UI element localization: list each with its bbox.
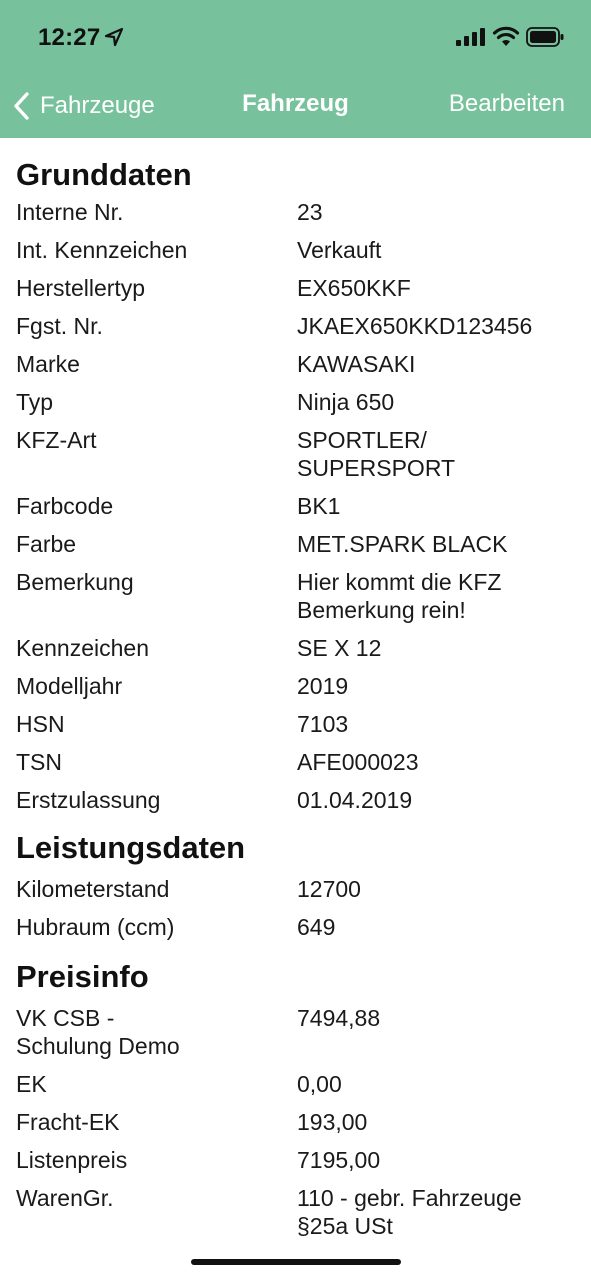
wifi-icon xyxy=(492,26,520,46)
detail-row: Marke KAWASAKI xyxy=(0,345,591,383)
detail-row: Hubraum (ccm) 649 xyxy=(0,908,591,946)
edit-button[interactable]: Bearbeiten xyxy=(449,90,565,118)
detail-value: SPORTLER/SUPERSPORT xyxy=(297,427,456,481)
detail-label: Farbcode xyxy=(16,493,114,519)
leistungsdaten-rows: Kilometerstand 12700 Hubraum (ccm) 649 xyxy=(0,870,591,946)
battery-icon xyxy=(526,27,564,47)
detail-row: Farbcode BK1 xyxy=(0,487,591,525)
section-title-grunddaten: Grunddaten xyxy=(16,157,192,192)
detail-row: Erstzulassung 01.04.2019 xyxy=(0,781,591,819)
detail-value: 193,00 xyxy=(297,1109,368,1135)
navigation-bar: Fahrzeuge Fahrzeug Bearbeiten xyxy=(0,76,591,138)
detail-label: Typ xyxy=(16,389,54,415)
detail-row: Kilometerstand 12700 xyxy=(0,870,591,908)
section-title-preisinfo: Preisinfo xyxy=(16,959,149,994)
detail-value: 01.04.2019 xyxy=(297,787,413,813)
detail-row: TSN AFE000023 xyxy=(0,743,591,781)
section-leistungsdaten: Leistungsdaten Kilometerstand 12700 Hubrau… xyxy=(0,819,591,946)
detail-value: Ninja 650 xyxy=(297,389,395,415)
detail-row: Int. Kennzeichen Verkauft xyxy=(0,231,591,269)
header: 12:27 Fahrzeuge Fahrzeug Bearbeiten xyxy=(0,0,591,138)
detail-value: SE X 12 xyxy=(297,635,382,661)
section-preisinfo: Preisinfo VK CSB - Schulung Demo 7494,88 EK… xyxy=(0,946,591,1245)
detail-value: 2019 xyxy=(297,673,349,699)
detail-row: Kennzeichen SE X 12 xyxy=(0,629,591,667)
vehicle-details-scroll-view[interactable]: Grunddaten Interne Nr. 23 Int. Kennzeichen… xyxy=(0,138,591,1280)
detail-row: Listenpreis 7195,00 xyxy=(0,1141,591,1179)
detail-label: Farbe xyxy=(16,531,77,557)
detail-row: Fracht-EK 193,00 xyxy=(0,1103,591,1141)
detail-row: VK CSB - Schulung Demo 7494,88 xyxy=(0,999,591,1065)
detail-value: BK1 xyxy=(297,493,341,519)
detail-label: Kilometerstand xyxy=(16,876,170,902)
detail-row: Bemerkung Hier kommt die KFZ Bemerkung rei… xyxy=(0,563,591,629)
grunddaten-rows: Interne Nr. 23 Int. Kennzeichen Verkauft Her… xyxy=(0,193,591,819)
detail-label: Int. Kennzeichen xyxy=(16,237,188,263)
detail-row: Herstellertyp EX650KKF xyxy=(0,269,591,307)
detail-label: TSN xyxy=(16,749,62,775)
detail-value: 7494,88 xyxy=(297,1005,381,1031)
detail-label: Erstzulassung xyxy=(16,787,161,813)
detail-value: 649 xyxy=(297,914,336,940)
detail-label: KFZ-Art xyxy=(16,427,97,453)
preisinfo-rows: VK CSB - Schulung Demo 7494,88 EK 0,00 Fracht… xyxy=(0,999,591,1245)
detail-value: MET.SPARK BLACK xyxy=(297,531,508,557)
detail-value: 7195,00 xyxy=(297,1147,381,1173)
detail-label: Fgst. Nr. xyxy=(16,313,103,339)
detail-label: Kennzeichen xyxy=(16,635,149,661)
detail-row: KFZ-Art SPORTLER/SUPERSPORT xyxy=(0,421,591,487)
back-button[interactable]: Fahrzeuge xyxy=(12,89,155,123)
detail-label: Listenpreis xyxy=(16,1147,128,1173)
detail-row: WarenGr. 110 - gebr. Fahrzeuge §25a USt xyxy=(0,1179,591,1245)
detail-value: Hier kommt die KFZ Bemerkung rein! xyxy=(297,569,502,623)
detail-label: EK xyxy=(16,1071,47,1097)
status-time: 12:27 xyxy=(38,24,101,51)
detail-row: EK 0,00 xyxy=(0,1065,591,1103)
detail-value: KAWASAKI xyxy=(297,351,416,377)
detail-value: Verkauft xyxy=(297,237,382,263)
detail-value: AFE000023 xyxy=(297,749,419,775)
detail-row: HSN 7103 xyxy=(0,705,591,743)
detail-label: Hubraum (ccm) xyxy=(16,914,175,940)
home-indicator[interactable] xyxy=(191,1259,401,1265)
section-title-leistungsdaten: Leistungsdaten xyxy=(16,830,246,865)
section-grunddaten: Grunddaten Interne Nr. 23 Int. Kennzeichen… xyxy=(0,138,591,819)
detail-label: WarenGr. xyxy=(16,1185,114,1211)
detail-label: Fracht-EK xyxy=(16,1109,120,1135)
location-arrow-icon xyxy=(104,27,124,47)
detail-label: Interne Nr. xyxy=(16,199,124,225)
detail-label: Herstellertyp xyxy=(16,275,146,301)
detail-value: 12700 xyxy=(297,876,361,902)
status-bar: 12:27 xyxy=(0,0,591,76)
detail-value: 0,00 xyxy=(297,1071,342,1097)
detail-label: VK CSB - Schulung Demo xyxy=(16,1005,180,1059)
chevron-left-icon xyxy=(14,92,29,120)
detail-row: Interne Nr. 23 xyxy=(0,193,591,231)
detail-label: Modelljahr xyxy=(16,673,123,699)
detail-row: Fgst. Nr. JKAEX650KKD123456 xyxy=(0,307,591,345)
detail-row: Farbe MET.SPARK BLACK xyxy=(0,525,591,563)
detail-row: Typ Ninja 650 xyxy=(0,383,591,421)
detail-label: HSN xyxy=(16,711,65,737)
back-button-label: Fahrzeuge xyxy=(40,92,155,119)
detail-value: EX650KKF xyxy=(297,275,411,301)
cellular-signal-icon xyxy=(456,28,485,46)
detail-value: 7103 xyxy=(297,711,349,737)
detail-value: JKAEX650KKD123456 xyxy=(297,313,533,339)
detail-label: Bemerkung xyxy=(16,569,134,595)
detail-row: Modelljahr 2019 xyxy=(0,667,591,705)
detail-value: 110 - gebr. Fahrzeuge §25a USt xyxy=(297,1185,522,1239)
detail-label: Marke xyxy=(16,351,80,377)
detail-value: 23 xyxy=(297,199,323,225)
